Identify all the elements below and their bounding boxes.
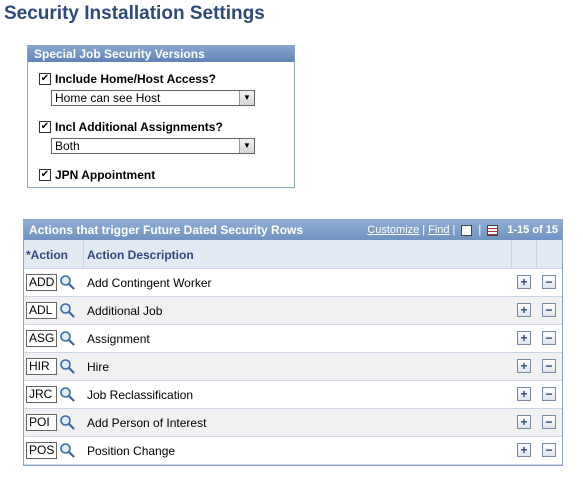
jpn-appointment-checkbox[interactable]: ✔ — [39, 169, 51, 181]
home-host-select-value: Home can see Host — [55, 91, 161, 105]
delete-row-button[interactable]: − — [542, 331, 556, 345]
chevron-down-icon[interactable]: ▼ — [239, 91, 254, 105]
action-description: Job Reclassification — [87, 388, 194, 402]
delete-row-button[interactable]: − — [542, 443, 556, 457]
page-title: Security Installation Settings — [4, 3, 265, 24]
row-count: 1-15 of 15 — [507, 224, 558, 236]
additional-select-value: Both — [55, 139, 80, 153]
jpn-row: ✔ JPN Appointment — [39, 168, 155, 182]
table-row: POI Add Person of Interest + − — [24, 409, 562, 437]
home-host-label: Include Home/Host Access? — [55, 72, 216, 86]
lookup-icon[interactable] — [59, 386, 75, 402]
customize-link[interactable]: Customize — [367, 220, 419, 240]
table-row: HIR Hire + − — [24, 353, 562, 381]
action-code-input[interactable]: POI — [26, 414, 57, 431]
lookup-icon[interactable] — [59, 442, 75, 458]
column-header-row: *Action Action Description — [24, 240, 562, 269]
separator: | — [422, 224, 426, 236]
separator: | — [452, 224, 456, 236]
additional-assignments-select[interactable]: Both ▼ — [51, 138, 255, 154]
col-action-description: Action Description — [87, 248, 194, 262]
lookup-icon[interactable] — [59, 274, 75, 290]
add-row-button[interactable]: + — [517, 303, 531, 317]
grid-title: Actions that trigger Future Dated Securi… — [29, 223, 304, 237]
jpn-appointment-label: JPN Appointment — [55, 168, 156, 182]
delete-row-button[interactable]: − — [542, 387, 556, 401]
additional-row: ✔ Incl Additional Assignments? — [39, 120, 223, 134]
chevron-down-icon[interactable]: ▼ — [239, 139, 254, 153]
action-code-input[interactable]: ADL — [26, 302, 57, 319]
actions-grid: Actions that trigger Future Dated Securi… — [23, 219, 563, 466]
action-description: Additional Job — [87, 304, 163, 318]
additional-assignments-checkbox[interactable]: ✔ — [39, 121, 51, 133]
special-job-security-groupbox: Special Job Security Versions ✔ Include … — [27, 45, 295, 188]
delete-row-button[interactable]: − — [542, 359, 556, 373]
home-host-row: ✔ Include Home/Host Access? — [39, 72, 216, 86]
action-code-input[interactable]: ADD — [26, 274, 57, 291]
add-row-button[interactable]: + — [517, 387, 531, 401]
lookup-icon[interactable] — [59, 302, 75, 318]
groupbox-title: Special Job Security Versions — [28, 46, 294, 62]
col-action: *Action — [26, 248, 68, 262]
lookup-icon[interactable] — [59, 330, 75, 346]
action-code-input[interactable]: ASG — [26, 330, 57, 347]
action-code-input[interactable]: JRC — [26, 386, 57, 403]
action-description: Add Contingent Worker — [87, 276, 212, 290]
action-description: Hire — [87, 360, 110, 374]
home-host-checkbox[interactable]: ✔ — [39, 73, 51, 85]
additional-assignments-label: Incl Additional Assignments? — [55, 120, 223, 134]
find-link[interactable]: Find — [428, 220, 449, 240]
delete-row-button[interactable]: − — [542, 415, 556, 429]
table-row: ASG Assignment + − — [24, 325, 562, 353]
download-grid-icon[interactable] — [487, 224, 499, 236]
grid-header: Actions that trigger Future Dated Securi… — [24, 220, 562, 240]
table-row: ADD Add Contingent Worker + − — [24, 269, 562, 297]
table-row: POS Position Change + − — [24, 437, 562, 465]
add-row-button[interactable]: + — [517, 359, 531, 373]
add-row-button[interactable]: + — [517, 275, 531, 289]
home-host-select[interactable]: Home can see Host ▼ — [51, 90, 255, 106]
delete-row-button[interactable]: − — [542, 303, 556, 317]
view-all-icon[interactable] — [461, 224, 473, 236]
lookup-icon[interactable] — [59, 358, 75, 374]
add-row-button[interactable]: + — [517, 415, 531, 429]
action-description: Position Change — [87, 444, 176, 458]
action-code-input[interactable]: HIR — [26, 358, 57, 375]
table-row: ADL Additional Job + − — [24, 297, 562, 325]
separator: | — [478, 224, 482, 236]
action-description: Add Person of Interest — [87, 416, 207, 430]
grid-navigation: Customize | Find | | 1-15 of 15 — [367, 220, 558, 240]
action-description: Assignment — [87, 332, 150, 346]
action-code-input[interactable]: POS — [26, 442, 57, 459]
table-row: JRC Job Reclassification + − — [24, 381, 562, 409]
lookup-icon[interactable] — [59, 414, 75, 430]
add-row-button[interactable]: + — [517, 331, 531, 345]
add-row-button[interactable]: + — [517, 443, 531, 457]
delete-row-button[interactable]: − — [542, 275, 556, 289]
